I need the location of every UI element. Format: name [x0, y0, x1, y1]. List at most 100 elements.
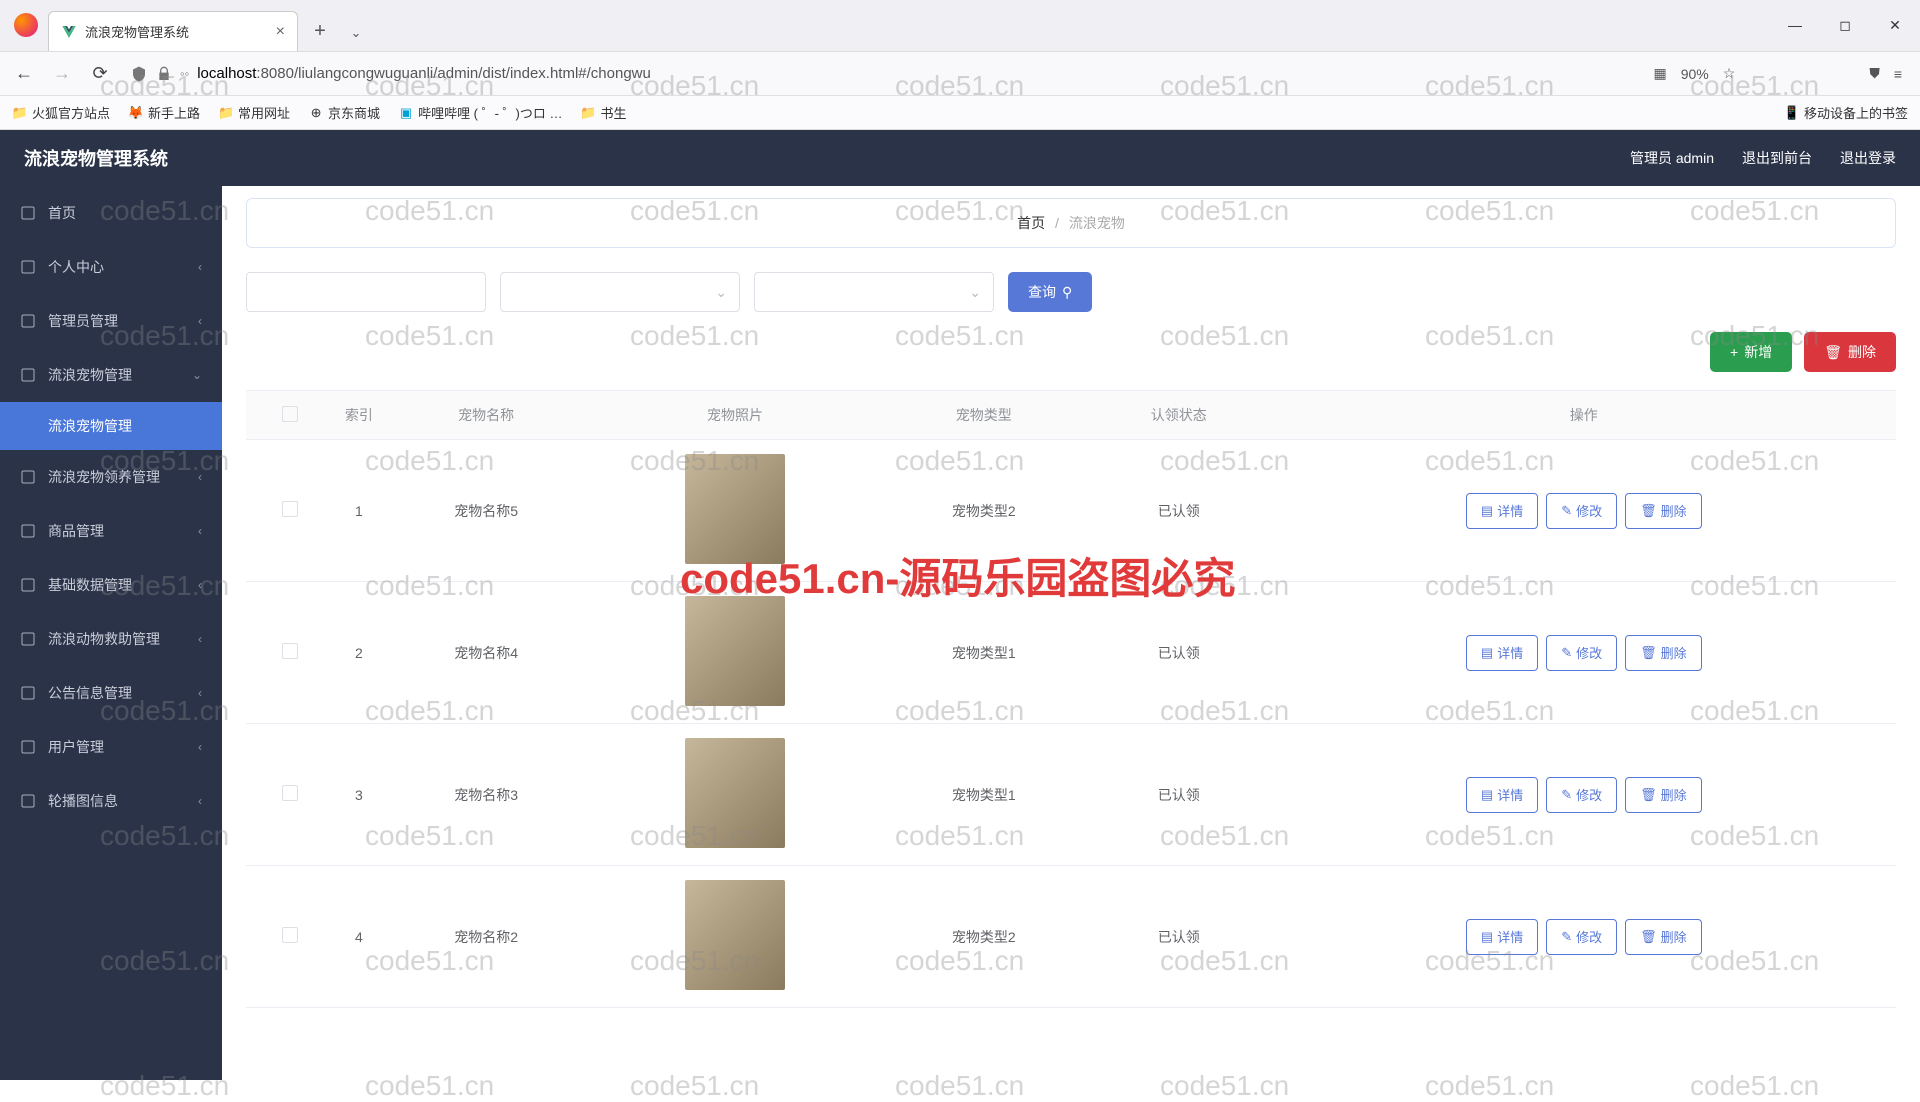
pet-photo — [685, 596, 785, 706]
bilibili-icon: ▣ — [398, 105, 414, 121]
bookmark-item[interactable]: ▣哔哩哔哩 ( ゜- ゜)つロ … — [398, 103, 562, 122]
row-delete-button[interactable]: 🗑删除 — [1625, 635, 1702, 671]
chevron-left-icon: ‹ — [198, 686, 202, 700]
tabs-dropdown-icon[interactable]: ⌄ — [336, 25, 376, 41]
close-window-button[interactable]: ✕ — [1870, 9, 1920, 41]
checkbox[interactable] — [282, 406, 298, 422]
column-header: 宠物照片 — [588, 391, 881, 440]
maximize-button[interactable]: ◻ — [1820, 9, 1870, 41]
extension-icon[interactable]: ⛊ — [1869, 65, 1880, 82]
minimize-button[interactable]: — — [1770, 9, 1820, 41]
row-delete-button[interactable]: 🗑删除 — [1625, 777, 1702, 813]
banner-icon — [20, 793, 36, 809]
search-icon: ⚲ — [1062, 284, 1072, 301]
cell-index: 2 — [334, 582, 384, 724]
detail-button[interactable]: ▤详情 — [1466, 777, 1538, 813]
sidebar-submenu-active[interactable]: 流浪宠物管理 — [0, 402, 222, 450]
chevron-left-icon: ‹ — [198, 632, 202, 646]
cell-index: 4 — [334, 866, 384, 1008]
cell-name: 宠物名称5 — [384, 440, 589, 582]
edit-button[interactable]: ✎修改 — [1546, 493, 1617, 529]
filter-row: ⌄ ⌄ 查询⚲ — [246, 272, 1896, 312]
delete-button[interactable]: 🗑删除 — [1804, 332, 1896, 372]
sidebar-item-pet[interactable]: 流浪宠物管理⌄ — [0, 348, 222, 402]
type-select[interactable]: ⌄ — [500, 272, 740, 312]
detail-button[interactable]: ▤详情 — [1466, 919, 1538, 955]
edit-icon: ✎ — [1561, 645, 1572, 661]
pet-photo — [685, 738, 785, 848]
trash-icon: 🗑 — [1640, 503, 1657, 519]
row-checkbox[interactable] — [282, 501, 298, 517]
cell-type: 宠物类型2 — [881, 440, 1086, 582]
row-checkbox[interactable] — [282, 643, 298, 659]
detail-button[interactable]: ▤详情 — [1466, 493, 1538, 529]
sidebar-item-data[interactable]: 基础数据管理‹ — [0, 558, 222, 612]
app-header: 流浪宠物管理系统 管理员 admin 退出到前台 退出登录 — [0, 130, 1920, 186]
users-icon — [20, 739, 36, 755]
url-box[interactable]: ◦◦ localhost:8080/liulangcongwuguanli/ad… — [124, 65, 1644, 83]
logout-link[interactable]: 退出登录 — [1840, 148, 1896, 168]
mobile-bookmarks[interactable]: 📱移动设备上的书签 — [1784, 103, 1908, 122]
cell-type: 宠物类型1 — [881, 724, 1086, 866]
breadcrumb-home[interactable]: 首页 — [1017, 215, 1045, 231]
sidebar-item-notice[interactable]: 公告信息管理‹ — [0, 666, 222, 720]
bookmark-item[interactable]: 📁书生 — [581, 103, 627, 122]
pet-icon — [20, 367, 36, 383]
user-icon — [20, 259, 36, 275]
zoom-level[interactable]: 90% — [1681, 66, 1709, 82]
bookmark-item[interactable]: ⊕京东商城 — [308, 103, 380, 122]
bookmark-item[interactable]: 📁火狐官方站点 — [12, 103, 110, 122]
reload-button[interactable]: ⟳ — [86, 60, 114, 88]
chevron-left-icon: ‹ — [198, 470, 202, 484]
add-button[interactable]: +新增 — [1710, 332, 1792, 372]
row-delete-button[interactable]: 🗑删除 — [1625, 919, 1702, 955]
bookmark-item[interactable]: 📁常用网址 — [218, 103, 290, 122]
goto-frontend-link[interactable]: 退出到前台 — [1742, 148, 1812, 168]
edit-button[interactable]: ✎修改 — [1546, 777, 1617, 813]
sidebar-item-label: 商品管理 — [48, 521, 186, 541]
sidebar-item-label: 基础数据管理 — [48, 575, 186, 595]
forward-button[interactable]: → — [48, 60, 76, 88]
main-content: 首页 / 流浪宠物 ⌄ ⌄ 查询⚲ +新增 🗑删除 索引宠物名称宠物照片宠物类型… — [222, 186, 1920, 1080]
sidebar-item-rescue[interactable]: 流浪动物救助管理 ‹ — [0, 612, 222, 666]
row-checkbox[interactable] — [282, 785, 298, 801]
admin-label[interactable]: 管理员 admin — [1630, 148, 1714, 168]
cell-type: 宠物类型1 — [881, 582, 1086, 724]
menu-icon[interactable]: ≡ — [1894, 66, 1902, 82]
row-delete-button[interactable]: 🗑删除 — [1625, 493, 1702, 529]
bookmark-item[interactable]: 🦊新手上路 — [128, 103, 200, 122]
sidebar-item-home[interactable]: 首页 — [0, 186, 222, 240]
close-tab-icon[interactable]: × — [276, 23, 285, 41]
edit-button[interactable]: ✎修改 — [1546, 919, 1617, 955]
status-select[interactable]: ⌄ — [754, 272, 994, 312]
sidebar-item-label: 首页 — [48, 203, 202, 223]
sidebar-item-adopt[interactable]: 流浪宠物领养管理‹ — [0, 450, 222, 504]
search-input[interactable] — [246, 272, 486, 312]
breadcrumb: 首页 / 流浪宠物 — [246, 198, 1896, 248]
sidebar-item-banner[interactable]: 轮播图信息‹ — [0, 774, 222, 828]
edit-button[interactable]: ✎修改 — [1546, 635, 1617, 671]
sidebar-item-user[interactable]: 个人中心‹ — [0, 240, 222, 294]
back-button[interactable]: ← — [10, 60, 38, 88]
cell-status: 已认领 — [1086, 440, 1272, 582]
browser-tab[interactable]: 流浪宠物管理系统 × — [48, 11, 298, 51]
chevron-left-icon: ‹ — [198, 740, 202, 754]
checkbox-header[interactable] — [246, 391, 334, 440]
detail-button[interactable]: ▤详情 — [1466, 635, 1538, 671]
permissions-icon[interactable]: ◦◦ — [180, 66, 189, 81]
sidebar-item-admin[interactable]: 管理员管理‹ — [0, 294, 222, 348]
query-button[interactable]: 查询⚲ — [1008, 272, 1092, 312]
sidebar-item-goods[interactable]: 商品管理‹ — [0, 504, 222, 558]
cell-name: 宠物名称2 — [384, 866, 589, 1008]
new-tab-button[interactable]: + — [304, 15, 336, 47]
row-checkbox[interactable] — [282, 927, 298, 943]
qr-icon[interactable]: ▦ — [1654, 65, 1667, 82]
sidebar-item-users[interactable]: 用户管理‹ — [0, 720, 222, 774]
column-header: 认领状态 — [1086, 391, 1272, 440]
sidebar-item-label: 流浪动物救助管理 — [48, 629, 186, 649]
rescue-icon — [20, 631, 36, 647]
bookmark-star-icon[interactable]: ☆ — [1723, 65, 1736, 82]
table-row: 2宠物名称4宠物类型1已认领▤详情✎修改🗑删除 — [246, 582, 1896, 724]
table-row: 3宠物名称3宠物类型1已认领▤详情✎修改🗑删除 — [246, 724, 1896, 866]
vue-icon — [61, 24, 77, 40]
